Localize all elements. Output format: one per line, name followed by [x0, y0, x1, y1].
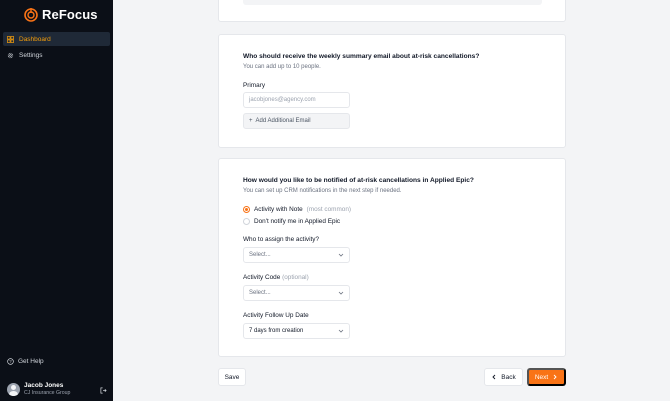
brand[interactable]: ReFocus: [24, 7, 98, 22]
radio-button-selected[interactable]: [243, 206, 250, 213]
primary-email-placeholder: jacobjones@agency.com: [249, 97, 316, 103]
previous-section-field: [243, 0, 542, 5]
chevron-down-icon: [338, 291, 344, 295]
chevron-down-icon: [338, 329, 344, 333]
chevron-left-icon: [492, 374, 496, 380]
plus-icon: +: [249, 118, 253, 124]
app-name: ReFocus: [42, 7, 98, 22]
user-org: CJ Insurance Group: [24, 389, 71, 396]
save-button[interactable]: Save: [218, 368, 246, 386]
back-label: Back: [501, 373, 516, 381]
sidebar-item-label: Dashboard: [19, 35, 51, 43]
assign-label: Who to assign the activity?: [243, 236, 320, 243]
previous-section-card: [218, 0, 566, 22]
primary-label: Primary: [243, 82, 266, 89]
activity-code-select[interactable]: Select...: [243, 285, 350, 301]
user-name: Jacob Jones: [24, 382, 64, 390]
radio-activity-with-note[interactable]: Activity with Note (most common): [243, 206, 351, 213]
notify-subtext: You can set up CRM notifications in the …: [243, 188, 402, 194]
chevron-down-icon: [338, 253, 344, 257]
sidebar-item-dashboard[interactable]: Dashboard: [3, 32, 110, 46]
user-profile[interactable]: Jacob Jones CJ Insurance Group: [7, 383, 107, 396]
email-subtext: You can add up to 10 people.: [243, 64, 321, 70]
avatar: [7, 383, 20, 396]
primary-email-field[interactable]: jacobjones@agency.com: [243, 92, 350, 108]
next-button[interactable]: Next: [527, 368, 566, 386]
radio-label: Activity with Note: [254, 206, 303, 213]
assign-value: Select...: [249, 252, 271, 258]
sidebar: ReFocus Dashboard Settings ? Get Help Ja…: [0, 0, 113, 401]
grid-icon: [7, 35, 14, 43]
sidebar-item-label: Settings: [19, 51, 43, 59]
followup-value: 7 days from creation: [249, 328, 304, 334]
get-help-label: Get Help: [18, 358, 44, 365]
radio-note: (most common): [306, 206, 352, 213]
add-email-button[interactable]: + Add Additional Email: [243, 113, 350, 129]
gear-icon: [7, 52, 14, 58]
notify-question: How would you like to be notified of at-…: [243, 177, 474, 184]
help-circle-icon: ?: [7, 358, 14, 365]
radio-label: Don't notify me in Applied Epic: [254, 218, 341, 225]
optional-tag: (optional): [282, 274, 309, 281]
assign-select[interactable]: Select...: [243, 247, 350, 263]
back-button[interactable]: Back: [484, 368, 523, 386]
activity-code-label: Activity Code (optional): [243, 274, 309, 281]
activity-code-value: Select...: [249, 290, 271, 296]
radio-dont-notify[interactable]: Don't notify me in Applied Epic: [243, 218, 340, 225]
followup-label: Activity Follow Up Date: [243, 312, 309, 319]
radio-button[interactable]: [243, 218, 250, 225]
epic-notify-section: How would you like to be notified of at-…: [218, 158, 566, 357]
refocus-logo-icon: [24, 7, 38, 22]
next-label: Next: [534, 373, 549, 381]
chevron-right-icon: [553, 374, 557, 380]
followup-select[interactable]: 7 days from creation: [243, 323, 350, 339]
weekly-email-section: Who should receive the weekly summary em…: [218, 34, 566, 148]
sidebar-item-settings[interactable]: Settings: [3, 48, 110, 62]
logout-icon[interactable]: [100, 387, 107, 394]
add-email-label: Add Additional Email: [255, 118, 311, 124]
get-help-link[interactable]: ? Get Help: [7, 358, 44, 365]
svg-text:?: ?: [9, 359, 12, 364]
email-question: Who should receive the weekly summary em…: [243, 53, 480, 60]
